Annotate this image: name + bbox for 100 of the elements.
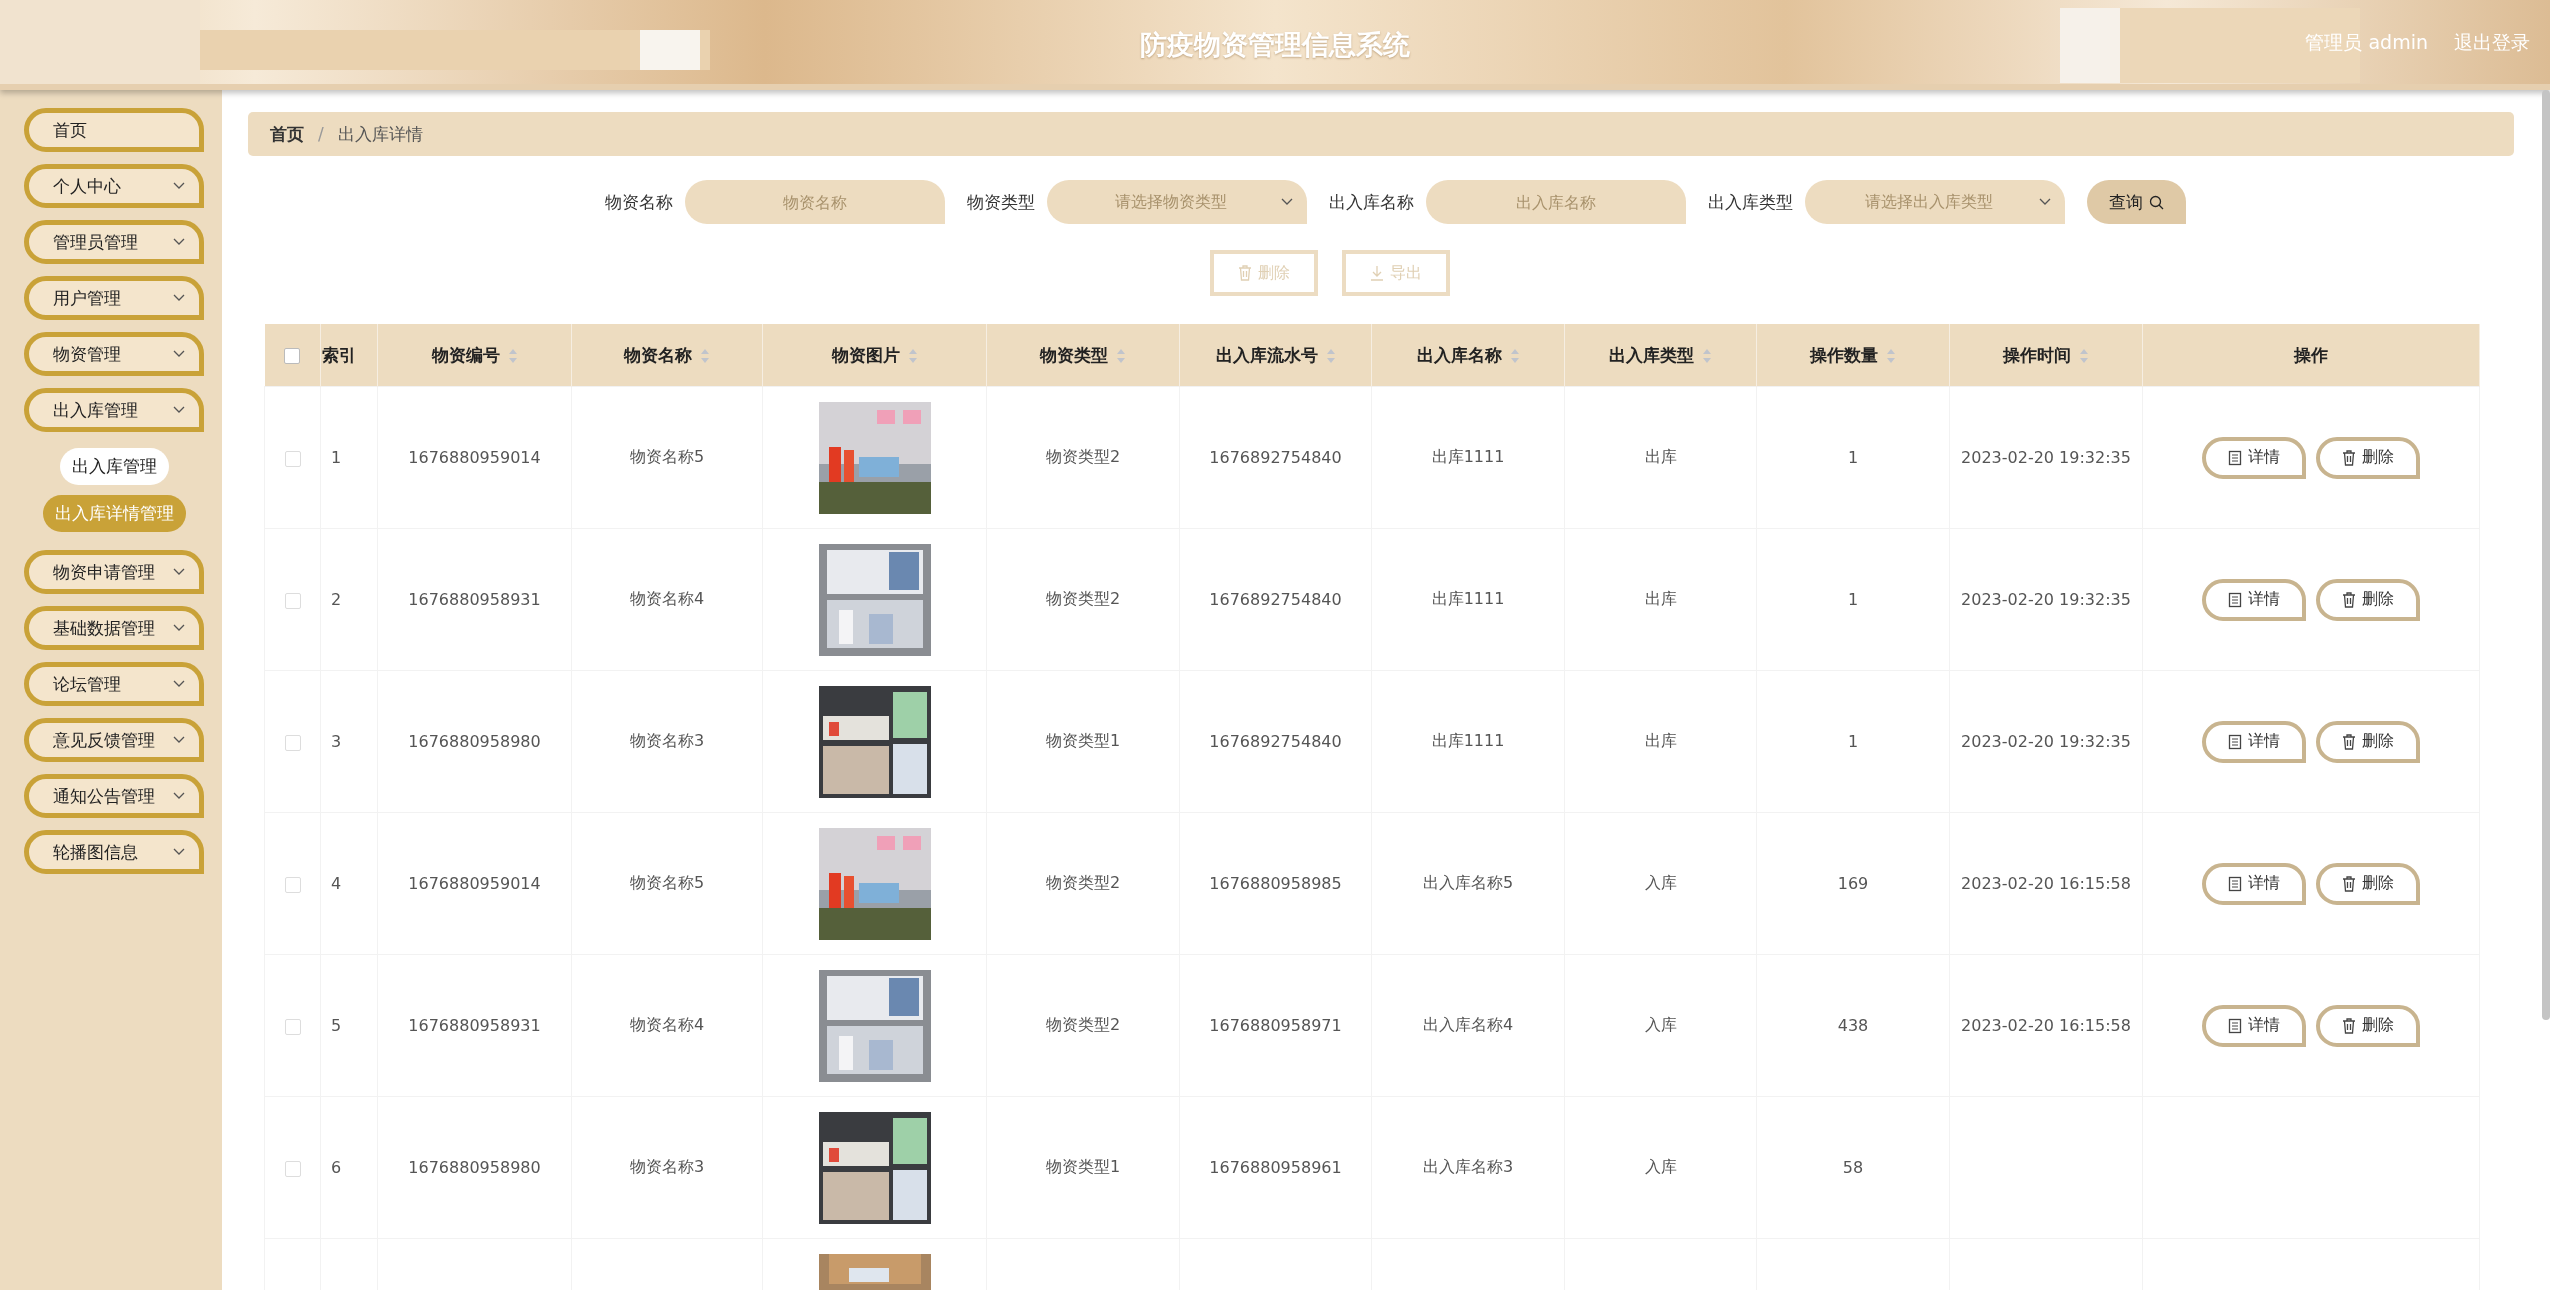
sort-icon[interactable] [1702,347,1712,364]
sidebar-item[interactable]: 首页 [24,108,204,152]
sort-icon[interactable] [700,347,710,364]
sidebar-item[interactable]: 物资管理 [24,332,204,376]
input-field[interactable]: 物资名称 [684,180,945,224]
table-cell: 1 [1847,448,1859,467]
sidebar-item[interactable]: 出入库管理 [24,388,204,432]
delete-button[interactable]: 删除 [2316,862,2420,905]
document-icon [2228,591,2242,608]
sidebar-item[interactable]: 用户管理 [24,276,204,320]
details-button[interactable]: 详情 [2202,578,2306,621]
table-cell: 438 [1837,1016,1869,1035]
details-button[interactable]: 详情 [2202,720,2306,763]
delete-icon [2342,1017,2356,1034]
details-button[interactable]: 详情 [2202,436,2306,479]
table-cell: 1676892754840 [1209,732,1342,751]
document-icon [2228,449,2242,466]
table-cell: 1 [1847,590,1859,609]
table-cell: 2023-02-20 16:15:58 [1961,1016,2131,1035]
column-header: 出入库流水号 [1215,344,1318,365]
search-icon [2148,194,2164,210]
table-cell: 1676880958931 [408,590,541,609]
table-cell: 1676892754840 [1209,590,1342,609]
sort-icon[interactable] [1509,347,1520,364]
row-checkbox[interactable] [284,876,301,893]
filter-label: 物资类型 [966,190,1035,214]
sidebar-item[interactable]: 物资申请管理 [24,550,204,594]
document-icon [2228,733,2242,750]
submenu-item[interactable]: 出入库管理 [59,448,169,485]
table-cell: 1676880958980 [408,1158,541,1177]
table-cell: 1676880958985 [1209,874,1342,893]
table-cell: 1676880958931 [408,1016,541,1035]
column-header: 操作 [2294,344,2328,365]
search-button[interactable]: 查询 [2086,180,2186,224]
row-checkbox[interactable] [284,592,301,609]
delete-icon [2342,449,2356,466]
delete-button[interactable]: 删除 [2316,436,2420,479]
table-cell: 出入库名称4 [1422,1015,1514,1034]
sidebar-item[interactable]: 论坛管理 [24,662,204,706]
sort-icon[interactable] [1116,347,1126,364]
table-cell: 物资名称4 [629,1015,705,1034]
breadcrumb-link[interactable]: 首页 [270,122,304,146]
input-field[interactable]: 出入库名称 [1425,180,1686,224]
column-header: 出入库类型 [1609,344,1694,365]
delete-icon [2342,591,2356,608]
delete-button[interactable]: 删除 [2316,720,2420,763]
sidebar-item[interactable]: 通知公告管理 [24,774,204,818]
column-header: 物资类型 [1040,344,1108,365]
table-cell: 入库 [1644,1015,1677,1034]
sidebar-item[interactable]: 轮播图信息 [24,830,204,874]
table-cell: 物资类型2 [1045,447,1121,466]
table-cell: 物资类型2 [1045,1015,1121,1034]
document-icon [2228,875,2242,892]
row-checkbox[interactable] [284,1018,301,1035]
sort-icon[interactable] [1886,347,1896,364]
table-cell: 出库 [1644,589,1677,608]
download-icon [1370,265,1384,281]
table-cell: 1 [1847,732,1859,751]
row-checkbox[interactable] [284,1160,301,1177]
delete-button[interactable]: 删除 [2316,578,2420,621]
sort-icon[interactable] [1325,347,1336,364]
column-header: 物资名称 [624,344,692,365]
chevron-down-icon [1280,198,1293,206]
scrollbar[interactable] [2542,90,2550,1020]
column-header: 物资图片 [831,344,900,365]
table-cell: 物资类型2 [1045,589,1121,608]
column-header: 出入库名称 [1416,344,1502,365]
delete-button[interactable]: 删除 [2316,1004,2420,1047]
row-checkbox[interactable] [284,734,301,751]
breadcrumb-current: 出入库详情 [337,122,423,146]
sort-icon[interactable] [507,347,518,364]
table-cell: 2023-02-20 19:32:35 [1961,732,2131,751]
document-icon [2228,1017,2242,1034]
details-button[interactable]: 详情 [2202,862,2306,905]
details-button[interactable]: 详情 [2202,1004,2306,1047]
filter-label: 出入库名称 [1328,190,1414,214]
filter-label: 物资名称 [604,190,673,214]
sort-icon[interactable] [907,347,918,364]
select-all-checkbox[interactable] [284,348,301,364]
table-cell: 出库 [1644,731,1677,750]
sidebar-item[interactable]: 基础数据管理 [24,606,204,650]
breadcrumb-separator: / [318,124,324,144]
table-cell: 出库1111 [1431,731,1505,750]
table-cell: 物资名称3 [629,731,705,750]
row-checkbox[interactable] [284,450,301,467]
sort-icon[interactable] [2079,347,2089,364]
table-cell: 出入库名称3 [1422,1157,1514,1176]
table-cell: 2 [331,590,342,609]
table-cell: 4 [331,874,342,893]
table-cell: 1676880959014 [408,874,541,893]
sidebar-item[interactable]: 管理员管理 [24,220,204,264]
table-cell: 5 [331,1016,342,1035]
delete-icon [1238,265,1252,281]
sidebar-item[interactable]: 意见反馈管理 [24,718,204,762]
column-header: 操作时间 [2003,344,2071,365]
table-cell: 物资名称3 [629,1157,705,1176]
table-cell: 物资名称5 [629,873,705,892]
sidebar-item[interactable]: 个人中心 [24,164,204,208]
table-cell: 物资类型2 [1045,873,1121,892]
table-cell: 1 [331,448,342,467]
